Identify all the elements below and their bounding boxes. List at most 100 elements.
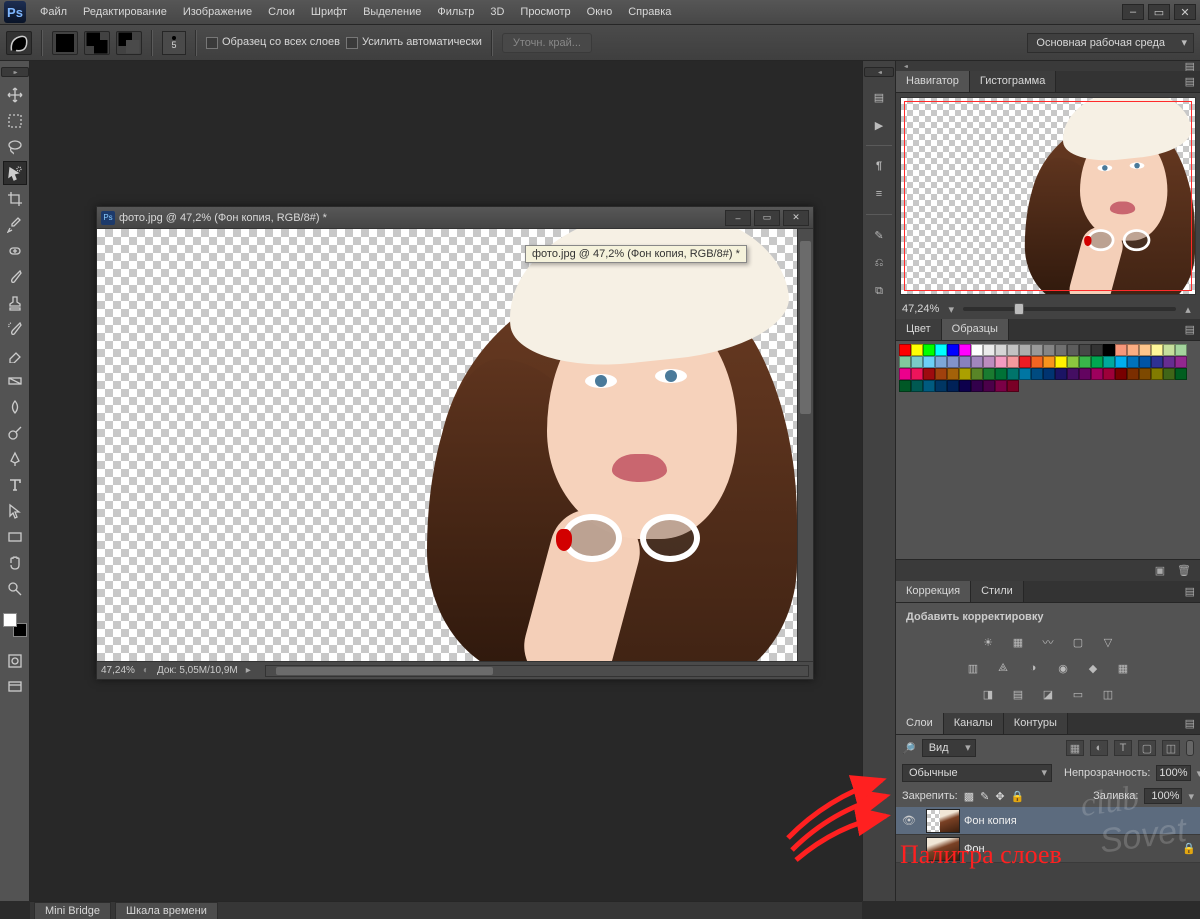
tool-preset-picker[interactable] bbox=[6, 31, 32, 55]
menu-edit[interactable]: Редактирование bbox=[75, 2, 175, 22]
filter-search-icon[interactable]: 🔎 bbox=[902, 742, 916, 755]
lasso-tool[interactable] bbox=[3, 135, 27, 159]
color-swatch[interactable] bbox=[935, 356, 947, 368]
color-swatch[interactable] bbox=[1007, 356, 1019, 368]
color-swatch[interactable] bbox=[1127, 344, 1139, 356]
color-swatch[interactable] bbox=[1175, 356, 1187, 368]
color-swatch[interactable] bbox=[1031, 356, 1043, 368]
menu-view[interactable]: Просмотр bbox=[512, 2, 578, 22]
color-swatch[interactable] bbox=[1103, 356, 1115, 368]
tab-histogram[interactable]: Гистограмма bbox=[970, 71, 1057, 92]
exposure-icon[interactable]: ▢ bbox=[1068, 633, 1088, 651]
curves-icon[interactable]: 〰 bbox=[1038, 633, 1058, 651]
color-swatch[interactable] bbox=[1019, 356, 1031, 368]
filter-shape-icon[interactable]: ▢ bbox=[1138, 740, 1156, 756]
color-swatch[interactable] bbox=[911, 344, 923, 356]
lock-paint-icon[interactable]: ✎ bbox=[980, 790, 989, 803]
gradient-tool[interactable] bbox=[3, 369, 27, 393]
lock-all-icon[interactable]: 🔒 bbox=[1011, 790, 1025, 803]
color-swatch[interactable] bbox=[1007, 368, 1019, 380]
brush-tool[interactable] bbox=[3, 265, 27, 289]
color-swatch[interactable] bbox=[1067, 356, 1079, 368]
stamp-tool[interactable] bbox=[3, 291, 27, 315]
zoom-tool[interactable] bbox=[3, 577, 27, 601]
status-zoom[interactable]: 47,24% bbox=[101, 665, 135, 676]
rectangle-tool[interactable] bbox=[3, 525, 27, 549]
panel-group-header[interactable]: ▤ bbox=[896, 61, 1200, 71]
color-swatch[interactable] bbox=[971, 344, 983, 356]
document-canvas[interactable]: фото.jpg @ 47,2% (Фон копия, RGB/8#) * bbox=[97, 229, 797, 661]
quick-mask-toggle[interactable] bbox=[3, 649, 27, 673]
vibrance-icon[interactable]: ▽ bbox=[1098, 633, 1118, 651]
color-swatch[interactable] bbox=[911, 356, 923, 368]
color-swatch[interactable] bbox=[1007, 344, 1019, 356]
color-swatch[interactable] bbox=[899, 356, 911, 368]
crop-tool[interactable] bbox=[3, 187, 27, 211]
hand-tool[interactable] bbox=[3, 551, 27, 575]
color-swatch[interactable] bbox=[1019, 368, 1031, 380]
color-swatch[interactable] bbox=[923, 356, 935, 368]
color-swatch[interactable] bbox=[1055, 368, 1067, 380]
color-swatch[interactable] bbox=[1055, 344, 1067, 356]
quick-selection-tool[interactable] bbox=[3, 161, 27, 185]
menu-image[interactable]: Изображение bbox=[175, 2, 260, 22]
actions-panel-icon[interactable]: ▶ bbox=[866, 113, 892, 137]
history-panel-icon[interactable]: ▤ bbox=[866, 85, 892, 109]
color-swatch[interactable] bbox=[935, 380, 947, 392]
eyedropper-tool[interactable] bbox=[3, 213, 27, 237]
panel-menu-icon[interactable]: ▤ bbox=[1181, 713, 1200, 734]
navigator-zoom-value[interactable]: 47,24% bbox=[902, 303, 939, 315]
color-swatch[interactable] bbox=[1151, 368, 1163, 380]
color-swatch[interactable] bbox=[1055, 356, 1067, 368]
layer-filter-kind[interactable]: Вид bbox=[922, 739, 976, 757]
levels-icon[interactable]: ▦ bbox=[1008, 633, 1028, 651]
color-swatch[interactable] bbox=[911, 368, 923, 380]
opacity-dd-icon[interactable]: ▾ bbox=[1197, 767, 1200, 780]
move-tool[interactable] bbox=[3, 83, 27, 107]
layer-row[interactable]: 👁 Фон копия bbox=[896, 807, 1200, 835]
color-swatch[interactable] bbox=[959, 380, 971, 392]
color-swatch[interactable] bbox=[983, 368, 995, 380]
color-swatch[interactable] bbox=[1151, 344, 1163, 356]
new-selection-icon[interactable] bbox=[52, 31, 78, 55]
eraser-tool[interactable] bbox=[3, 343, 27, 367]
tab-timeline[interactable]: Шкала времени bbox=[115, 902, 218, 919]
color-swatch[interactable] bbox=[911, 380, 923, 392]
posterize-icon[interactable]: ▤ bbox=[1008, 685, 1028, 703]
status-info-icon[interactable]: ◐ bbox=[143, 665, 149, 676]
fill-input[interactable]: 100% bbox=[1144, 788, 1182, 804]
panel-menu-icon[interactable]: ▤ bbox=[1181, 319, 1200, 340]
navigator-view-box[interactable] bbox=[904, 101, 1192, 291]
color-swatch[interactable] bbox=[899, 368, 911, 380]
color-lookup-icon[interactable]: ▦ bbox=[1113, 659, 1133, 677]
tab-swatches[interactable]: Образцы bbox=[942, 319, 1009, 340]
tab-channels[interactable]: Каналы bbox=[944, 713, 1004, 734]
invert-icon[interactable]: ◨ bbox=[978, 685, 998, 703]
color-swatch[interactable] bbox=[995, 368, 1007, 380]
color-swatch[interactable] bbox=[1091, 356, 1103, 368]
color-swatch[interactable] bbox=[1079, 356, 1091, 368]
color-swatch[interactable] bbox=[995, 356, 1007, 368]
strip-collapse-handle[interactable] bbox=[864, 67, 894, 77]
color-swatch[interactable] bbox=[935, 368, 947, 380]
layer-thumbnail[interactable] bbox=[926, 837, 960, 861]
document-titlebar[interactable]: Ps фото.jpg @ 47,2% (Фон копия, RGB/8#) … bbox=[97, 207, 813, 229]
menu-3d[interactable]: 3D bbox=[482, 2, 512, 22]
paragraph-panel-icon[interactable]: ≡ bbox=[866, 182, 892, 206]
layer-thumbnail[interactable] bbox=[926, 809, 960, 833]
dodge-tool[interactable] bbox=[3, 421, 27, 445]
color-swatch[interactable] bbox=[983, 356, 995, 368]
color-swatch[interactable] bbox=[1067, 344, 1079, 356]
color-swatch[interactable] bbox=[947, 368, 959, 380]
character-panel-icon[interactable]: ¶ bbox=[866, 154, 892, 178]
vertical-scrollbar[interactable] bbox=[797, 229, 813, 661]
healing-brush-tool[interactable] bbox=[3, 239, 27, 263]
tab-color[interactable]: Цвет bbox=[896, 319, 942, 340]
color-swatch[interactable] bbox=[1079, 344, 1091, 356]
color-swatch[interactable] bbox=[1115, 344, 1127, 356]
color-swatch[interactable] bbox=[971, 380, 983, 392]
foreground-color-swatch[interactable] bbox=[3, 613, 17, 627]
tab-paths[interactable]: Контуры bbox=[1004, 713, 1068, 734]
marquee-tool[interactable] bbox=[3, 109, 27, 133]
color-swatch[interactable] bbox=[1139, 356, 1151, 368]
